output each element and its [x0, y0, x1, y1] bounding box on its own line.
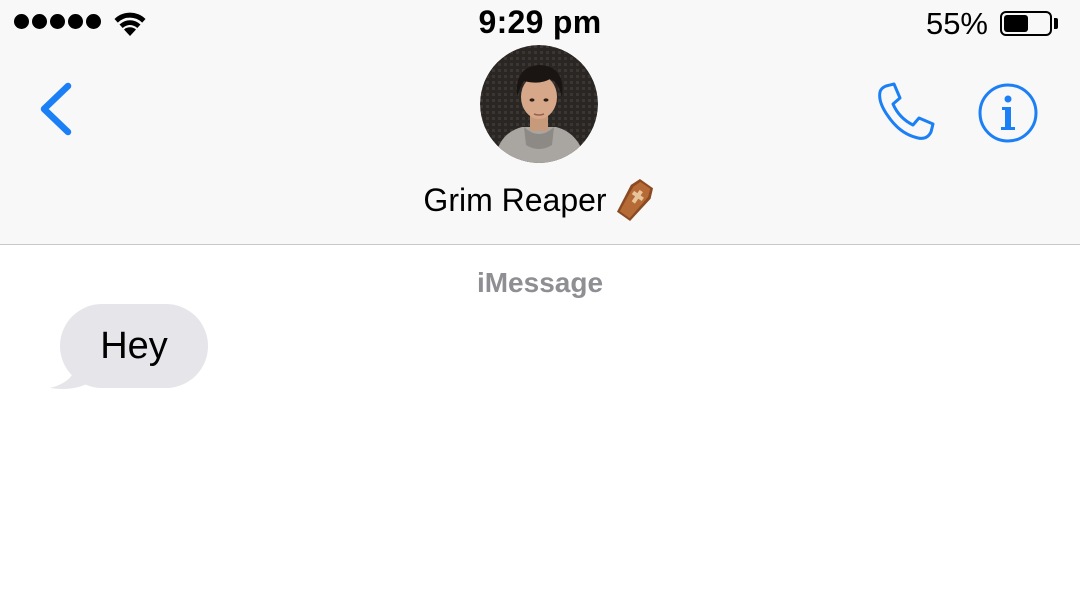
status-time: 9:29 pm: [478, 4, 602, 40]
phone-icon[interactable]: [872, 80, 938, 146]
battery-percentage: 55%: [925, 6, 988, 41]
service-label: iMessage: [476, 267, 604, 298]
conversation-header: 9:29 pm 55% Grim Reaper: [0, 0, 1080, 245]
battery-icon: [1000, 11, 1052, 36]
contact-name-title[interactable]: Grim Reaper: [0, 178, 1080, 222]
message-bubble: Hey: [60, 304, 208, 388]
coffin-emoji: [616, 178, 653, 221]
battery-terminal: [1054, 18, 1058, 29]
messages-conversation-screen: 9:29 pm 55% Grim Reaper iMessage Hey: [0, 0, 1080, 595]
incoming-message[interactable]: Hey: [46, 304, 216, 394]
battery-level-fill: [1004, 15, 1028, 32]
contact-name: Grim Reaper: [423, 182, 607, 218]
contact-avatar[interactable]: [480, 45, 598, 163]
message-text: Hey: [100, 325, 168, 367]
info-icon[interactable]: [977, 82, 1039, 144]
chevron-left-icon[interactable]: [30, 78, 86, 140]
